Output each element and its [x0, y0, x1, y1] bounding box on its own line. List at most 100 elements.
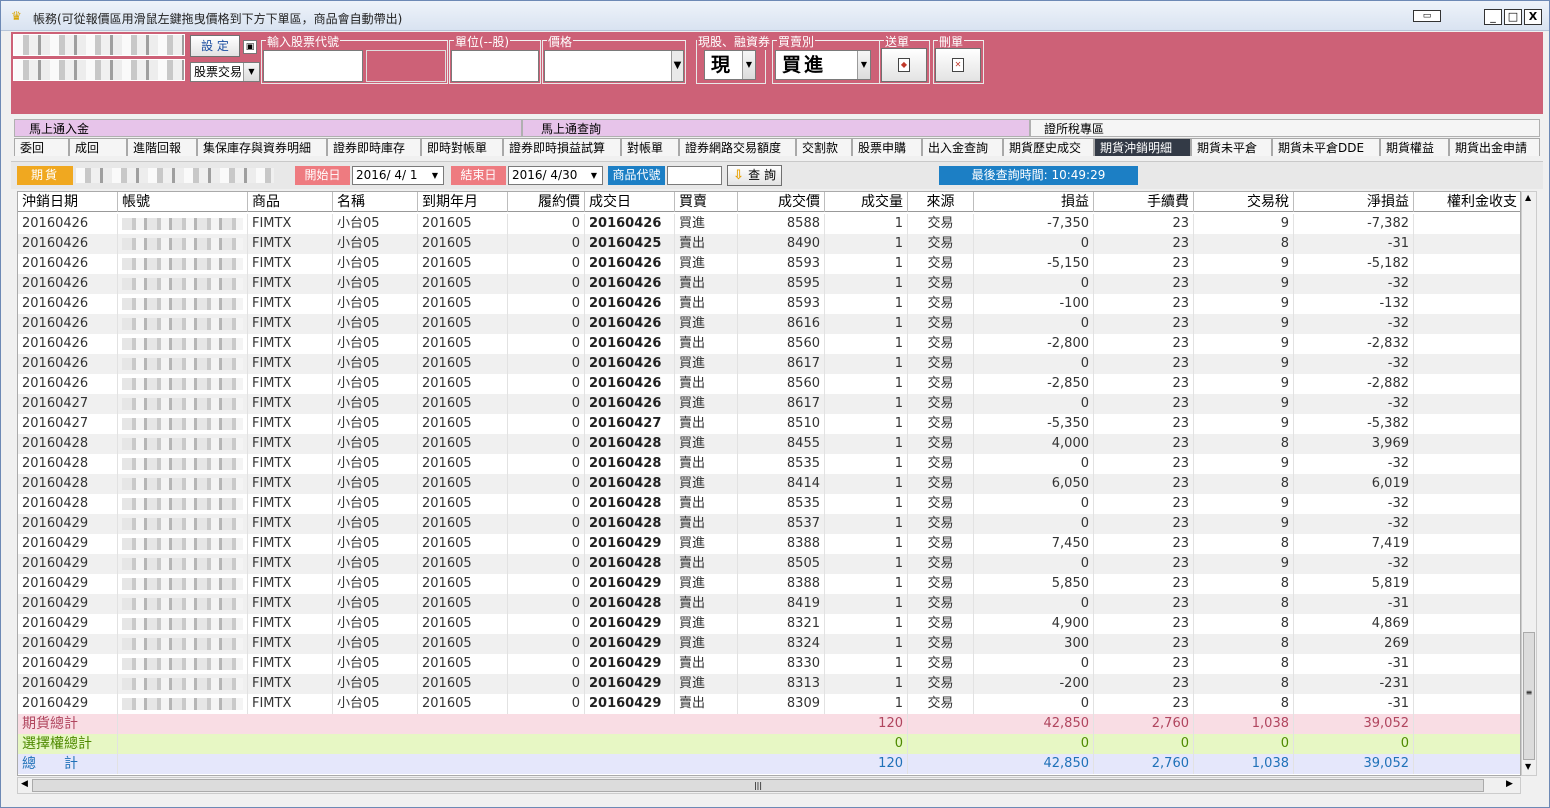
table-row[interactable]: 20160426 FIMTX 小台05 201605 0 20160426 賣出 8593 1 交… [18, 294, 1520, 314]
table-row[interactable]: 20160426 FIMTX 小台05 201605 0 20160426 買進 8617 1 交… [18, 354, 1520, 374]
table-row[interactable]: 20160429 FIMTX 小台05 201605 0 20160429 買進 8321 1 交… [18, 614, 1520, 634]
scroll-right-icon[interactable]: ▶ [1506, 779, 1513, 789]
table-row[interactable]: 20160429 FIMTX 小台05 201605 0 20160429 買進 8388 1 交… [18, 534, 1520, 554]
tab-settlement[interactable]: 交割款 [796, 138, 852, 156]
tab-futures-open[interactable]: 期貨未平倉 [1191, 138, 1272, 156]
table-row[interactable]: 20160428 FIMTX 小台05 201605 0 20160428 賣出 8535 1 交… [18, 454, 1520, 474]
scroll-left-icon[interactable]: ◀ [21, 779, 28, 789]
table-row[interactable]: 20160429 FIMTX 小台05 201605 0 20160428 賣出 8537 1 交… [18, 514, 1520, 534]
upper-tab-query[interactable]: 馬上通查詢 [522, 119, 1030, 137]
header-source[interactable]: 來源 [908, 192, 974, 212]
trade-type-select[interactable]: 股票交易 ▼ [190, 62, 260, 82]
offset-detail-table[interactable]: 沖銷日期 帳號 商品 名稱 到期年月 履約價 成交日 買賣 成交價 成交量 來源 損益 手續費 交易稅 淨損… [17, 191, 1521, 776]
maximize-button[interactable]: □ [1504, 9, 1522, 25]
table-row[interactable]: 20160429 FIMTX 小台05 201605 0 20160428 賣出 8505 1 交… [18, 554, 1520, 574]
tab-statement[interactable]: 對帳單 [621, 138, 679, 156]
cell-side: 買進 [675, 254, 738, 274]
table-row[interactable]: 20160426 FIMTX 小台05 201605 0 20160426 賣出 8595 1 交… [18, 274, 1520, 294]
tab-cash-flow[interactable]: 出入金查詢 [922, 138, 1003, 156]
table-row[interactable]: 20160427 FIMTX 小台05 201605 0 20160427 賣出 8510 1 交… [18, 414, 1520, 434]
settings-button[interactable]: 設 定 [190, 35, 240, 57]
upper-tab-tax[interactable]: 證所稅專區 [1030, 119, 1540, 137]
restore-mini-icon[interactable]: ▭ [1413, 10, 1441, 22]
tab-futures-offset[interactable]: 期貨沖銷明細 [1094, 138, 1191, 156]
table-row[interactable]: 20160429 FIMTX 小台05 201605 0 20160429 買進 8313 1 交… [18, 674, 1520, 694]
scroll-up-icon[interactable]: ▲ [1525, 193, 1531, 202]
header-account[interactable]: 帳號 [118, 192, 248, 212]
query-button-label: 查 詢 [748, 168, 776, 182]
table-row[interactable]: 20160429 FIMTX 小台05 201605 0 20160429 賣出 8309 1 交… [18, 694, 1520, 714]
header-name[interactable]: 名稱 [333, 192, 418, 212]
header-expiry[interactable]: 到期年月 [418, 192, 508, 212]
table-row[interactable]: 20160426 FIMTX 小台05 201605 0 20160426 賣出 8560 1 交… [18, 334, 1520, 354]
header-premium[interactable]: 權利金收支 [1414, 192, 1520, 212]
tab-fill-reply[interactable]: 成回 [69, 138, 127, 156]
header-side[interactable]: 買賣 [675, 192, 738, 212]
tab-advanced-reply[interactable]: 進階回報 [127, 138, 197, 156]
lock-icon[interactable]: ▣ [243, 40, 257, 54]
start-date-picker[interactable]: 2016/ 4/ 1 ▼ [352, 166, 444, 185]
scroll-down-icon[interactable]: ▼ [1525, 762, 1531, 771]
cell-qty: 1 [825, 394, 908, 414]
cell-fee: 23 [1094, 454, 1194, 474]
price-input[interactable]: ▼ [544, 50, 684, 82]
cell-qty: 1 [825, 334, 908, 354]
stock-code-input[interactable] [263, 50, 363, 82]
table-row[interactable]: 20160426 FIMTX 小台05 201605 0 20160426 買進 8588 1 交… [18, 214, 1520, 234]
header-tax[interactable]: 交易稅 [1194, 192, 1294, 212]
vertical-scrollbar[interactable]: ▲ ≡ ▼ [1521, 191, 1537, 776]
table-row[interactable]: 20160426 FIMTX 小台05 201605 0 20160426 買進 8593 1 交… [18, 254, 1520, 274]
cell-cleared-date: 20160429 [18, 554, 118, 574]
tab-ipo[interactable]: 股票申購 [852, 138, 922, 156]
header-qty[interactable]: 成交量 [825, 192, 908, 212]
tab-futures-history[interactable]: 期貨歷史成交 [1003, 138, 1094, 156]
cell-premium [1414, 654, 1520, 674]
delete-order-button[interactable]: ✕ [935, 48, 981, 82]
unit-input[interactable] [451, 50, 539, 82]
table-row[interactable]: 20160428 FIMTX 小台05 201605 0 20160428 買進 8414 1 交… [18, 474, 1520, 494]
cell-trade-date: 20160426 [585, 334, 675, 354]
tab-futures-equity[interactable]: 期貨權益 [1380, 138, 1449, 156]
header-pl[interactable]: 損益 [974, 192, 1094, 212]
cash-margin-select[interactable]: 現 ▼ [704, 50, 756, 80]
header-fee[interactable]: 手續費 [1094, 192, 1194, 212]
tab-futures-withdraw[interactable]: 期貨出金申請 [1449, 138, 1540, 156]
header-strike[interactable]: 履約價 [508, 192, 585, 212]
table-row[interactable]: 20160426 FIMTX 小台05 201605 0 20160425 賣出 8490 1 交… [18, 234, 1520, 254]
header-product[interactable]: 商品 [248, 192, 333, 212]
table-row[interactable]: 20160428 FIMTX 小台05 201605 0 20160428 賣出 8535 1 交… [18, 494, 1520, 514]
tab-futures-open-dde[interactable]: 期貨未平倉DDE [1272, 138, 1380, 156]
horizontal-scrollbar[interactable]: ◀ ||| ▶ [17, 777, 1521, 794]
end-date-picker[interactable]: 2016/ 4/30 ▼ [508, 166, 603, 185]
table-row[interactable]: 20160429 FIMTX 小台05 201605 0 20160429 買進 8388 1 交… [18, 574, 1520, 594]
header-trade-date[interactable]: 成交日 [585, 192, 675, 212]
cell-source: 交易 [908, 454, 974, 474]
cell-source: 交易 [908, 394, 974, 414]
send-order-button[interactable]: ◆ [881, 48, 927, 82]
tab-custody[interactable]: 集保庫存與資券明細 [197, 138, 327, 156]
cell-fee: 23 [1094, 294, 1194, 314]
tab-trading-limit[interactable]: 證券網路交易額度 [679, 138, 796, 156]
table-row[interactable]: 20160428 FIMTX 小台05 201605 0 20160428 買進 8455 1 交… [18, 434, 1520, 454]
header-cleared-date[interactable]: 沖銷日期 [18, 192, 118, 212]
upper-tab-deposit[interactable]: 馬上通入金 [14, 119, 522, 137]
minimize-button[interactable]: _ [1484, 9, 1502, 25]
buy-sell-select[interactable]: 買進 ▼ [775, 50, 871, 80]
table-row[interactable]: 20160426 FIMTX 小台05 201605 0 20160426 賣出 8560 1 交… [18, 374, 1520, 394]
header-net-pl[interactable]: 淨損益 [1294, 192, 1414, 212]
table-row[interactable]: 20160426 FIMTX 小台05 201605 0 20160426 買進 8616 1 交… [18, 314, 1520, 334]
tab-stock-inventory[interactable]: 證券即時庫存 [327, 138, 421, 156]
scroll-thumb-horizontal[interactable]: ||| [32, 779, 1484, 792]
table-row[interactable]: 20160429 FIMTX 小台05 201605 0 20160428 賣出 8419 1 交… [18, 594, 1520, 614]
tab-order-reply[interactable]: 委回 [14, 138, 69, 156]
table-row[interactable]: 20160429 FIMTX 小台05 201605 0 20160429 買進 8324 1 交… [18, 634, 1520, 654]
product-code-input[interactable] [667, 166, 722, 185]
query-button[interactable]: ⇩ 查 詢 [727, 165, 782, 186]
header-price[interactable]: 成交價 [738, 192, 825, 212]
table-row[interactable]: 20160427 FIMTX 小台05 201605 0 20160426 買進 8617 1 交… [18, 394, 1520, 414]
tab-statement-rt[interactable]: 即時對帳單 [421, 138, 503, 156]
table-row[interactable]: 20160429 FIMTX 小台05 201605 0 20160429 賣出 8330 1 交… [18, 654, 1520, 674]
tab-pl-calc[interactable]: 證券即時損益試算 [503, 138, 621, 156]
scroll-thumb-vertical[interactable]: ≡ [1523, 632, 1535, 760]
close-button[interactable]: X [1524, 9, 1542, 25]
